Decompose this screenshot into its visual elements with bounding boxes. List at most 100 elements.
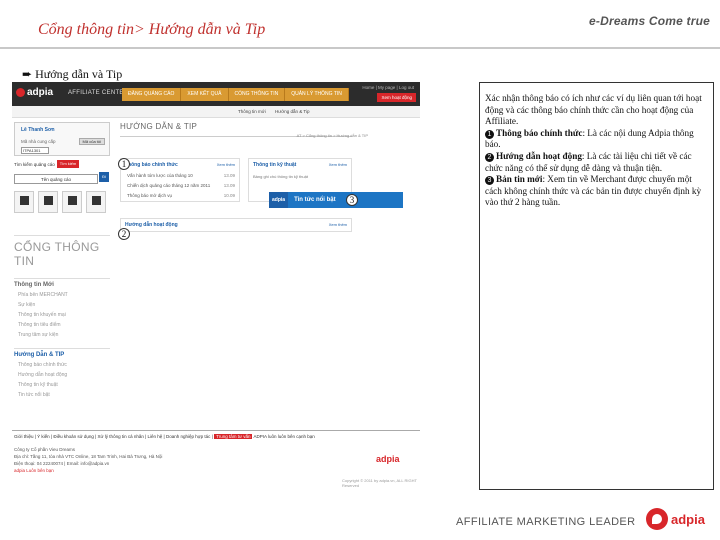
ad-search-dropdown[interactable]: Tìm kiếm [56, 160, 80, 168]
menu-item[interactable]: Tin tức nổi bật [18, 392, 110, 398]
menu-item[interactable]: Thông tin tiêu điểm [18, 322, 110, 328]
notice-row[interactable]: Thông báo mở dịch vụ [127, 193, 172, 198]
menu-item[interactable]: Hướng dẫn hoạt động [18, 372, 110, 378]
menu-item[interactable]: Thông tin kỹ thuật [18, 382, 110, 388]
adpia-logo[interactable]: adpia [16, 87, 53, 98]
news-banner-logo: adpia [269, 192, 289, 208]
item-title: Hướng dẫn hoạt động [496, 150, 582, 161]
callout-2: 2 [118, 228, 130, 240]
arrow-right-icon: ➨ [22, 67, 33, 81]
company-name: Công ty Cổ phần Vieu Dreams [14, 447, 75, 452]
diamond-icon[interactable] [38, 191, 58, 213]
section-heading-label: Hướng dẫn và Tip [35, 67, 123, 81]
slogan: e-Dreams Come true [589, 14, 710, 28]
company-address: Địa chỉ: Tầng 11, tòa nhà VTC Online, 18… [14, 454, 163, 459]
number-badge: 1 [485, 129, 494, 139]
menu-item[interactable]: Thông báo chính thức [18, 362, 110, 368]
mail-icon[interactable] [14, 191, 34, 213]
footer-divider [12, 430, 420, 431]
footer-brand-logo: adpia [646, 508, 705, 530]
footer-brand-text: adpia [671, 511, 705, 527]
guide-box-title[interactable]: Hướng dẫn hoạt động [125, 222, 178, 228]
footer-link[interactable]: Ý kiến [37, 434, 50, 439]
guide-more-link[interactable]: Xem thêm [329, 222, 347, 227]
footer-links: Giới thiệu | Ý kiến | Điều khoản sử dụng… [14, 434, 315, 439]
company-contact: Điện thoại: 04 22240074 | Email: info@ad… [14, 461, 110, 466]
id-select[interactable]: ITPA1301 [21, 147, 49, 154]
sidebar: Lê Thanh Sơn Mã nhà cung cấp Mã của tôi … [14, 122, 110, 452]
app-name: AFFILIATE CENTER [68, 90, 129, 96]
footer-link[interactable]: Điều khoản sử dụng [53, 434, 94, 439]
footer-info: Công ty Cổ phần Vieu Dreams Địa chỉ: Tần… [14, 446, 162, 474]
notice-row[interactable]: Vấn hành tóm lược của tháng 10 [127, 173, 193, 178]
top-bar: adpia AFFILIATE CENTER ĐĂNG QUẢNG CÁO XE… [12, 82, 420, 106]
tech-box-title[interactable]: Thông tin kỹ thuật [253, 162, 296, 168]
slide-title: Cổng thông tin> Hướng dẫn và Tip [38, 21, 266, 38]
callout-1: 1 [118, 158, 130, 170]
footer-slogan: adpia Luôn bên bạn [14, 468, 54, 473]
sub-nav: Thông tin mới Hướng dẫn & Tip [12, 106, 420, 118]
notice-more-link[interactable]: Xem thêm [217, 162, 235, 167]
footer-link-tail: ADPIA luôn luôn bên cạnh bạn [253, 434, 315, 439]
tech-more-link[interactable]: Xem thêm [329, 162, 347, 167]
menu-item[interactable]: Phía bên MERCHANT [18, 292, 110, 298]
tech-box-subtitle: Bảng ghi chú thông tin kỹ thuật [253, 174, 308, 179]
user-name[interactable]: Lê Thanh Sơn [21, 127, 55, 133]
notice-row-date: 13.09 [223, 183, 235, 188]
footer-link[interactable]: Xử lý thông tin cá nhân [98, 434, 144, 439]
user-box: Lê Thanh Sơn Mã nhà cung cấp Mã của tôi … [14, 122, 110, 156]
number-badge: 3 [485, 176, 494, 186]
notice-box-title[interactable]: Thông báo chính thức [125, 162, 178, 168]
page-title: HƯỚNG DẪN & TIP [120, 122, 198, 131]
nav-tab-results[interactable]: XEM KẾT QUẢ [181, 88, 229, 101]
logo-mark-icon [16, 88, 25, 97]
description-item-2: 2 Hướng dẫn hoạt động: Là các tài liệu ch… [485, 151, 709, 174]
quick-icons [14, 191, 110, 213]
portal-screenshot: adpia AFFILIATE CENTER ĐĂNG QUẢNG CÁO XE… [12, 82, 420, 492]
nav-tab-info-manage[interactable]: QUẢN LÝ THÔNG TIN [285, 88, 349, 101]
copyright: Copyright © 2011 by adpia.vn, ALL RIGHT … [342, 478, 417, 488]
callout-3: 3 [346, 194, 358, 206]
sub-tab-news[interactable]: Thông tin mới [238, 109, 266, 114]
menu-head-guide[interactable]: Hướng Dẫn & TIP [14, 348, 110, 358]
item-title: Thông báo chính thức [496, 127, 583, 138]
bookmark-icon[interactable] [62, 191, 82, 213]
guide-box: Hướng dẫn hoạt động Xem thêm [120, 218, 352, 232]
ad-search-go-button[interactable]: Đi [99, 172, 109, 182]
top-links[interactable]: Home | My page | Log out [362, 85, 414, 90]
menu-item[interactable]: Sự kiện [18, 302, 110, 308]
number-badge: 2 [485, 152, 494, 162]
title-divider [0, 47, 720, 49]
main-content: HƯỚNG DẪN & TIP AT > Cổng thông tin > Hư… [120, 122, 420, 452]
menu-item[interactable]: Trung tâm sự kiện [18, 332, 110, 338]
item-title: Bản tin mới [496, 174, 543, 185]
ad-search: Tìm kiếm quảng cáo Tìm kiếm [14, 160, 110, 168]
nav-tab-post-ads[interactable]: ĐĂNG QUẢNG CÁO [122, 88, 182, 101]
logo-text: adpia [27, 87, 54, 98]
section-heading: ➨ Hướng dẫn và Tip [22, 67, 122, 82]
footer-logo: adpia [376, 454, 400, 464]
news-banner[interactable]: adpia Tin tức nổi bật [269, 192, 403, 208]
menu-item[interactable]: Thông tin khuyến mại [18, 312, 110, 318]
notice-row-date: 10.09 [223, 193, 235, 198]
notice-row[interactable]: Chiến dịch quảng cáo tháng 12 năm 2011 [127, 183, 210, 188]
adpia-mark-icon [646, 508, 668, 530]
id-label: Mã nhà cung cấp [21, 139, 56, 144]
notice-row-date: 13.09 [223, 173, 235, 178]
portal-title: CỔNG THÔNG TIN [14, 235, 110, 268]
description-panel: Xác nhận thông báo có ích như các ví dụ … [479, 82, 714, 490]
footer-link-support[interactable]: Trung tâm tư vấn [214, 434, 253, 439]
footer-link[interactable]: Liên hệ [148, 434, 163, 439]
menu-head-news[interactable]: Thông tin Mới [14, 278, 110, 288]
question-icon[interactable] [86, 191, 106, 213]
footer-link[interactable]: Giới thiệu [14, 434, 33, 439]
footer-link[interactable]: Doanh nghiệp hợp tác [166, 434, 210, 439]
notice-box: Thông báo chính thức Xem thêm Vấn hành t… [120, 158, 240, 202]
main-nav: ĐĂNG QUẢNG CÁO XEM KẾT QUẢ CỔNG THÔNG TI… [122, 88, 349, 101]
view-activity-button[interactable]: Xem hoạt động [377, 93, 416, 102]
my-id-button[interactable]: Mã của tôi [78, 138, 105, 145]
ad-search-input[interactable]: Tên quảng cáo [14, 174, 98, 184]
nav-tab-portal[interactable]: CỔNG THÔNG TIN [228, 88, 286, 101]
ad-search-label: Tìm kiếm quảng cáo [14, 161, 55, 167]
sub-tab-guide[interactable]: Hướng dẫn & Tip [275, 109, 309, 114]
